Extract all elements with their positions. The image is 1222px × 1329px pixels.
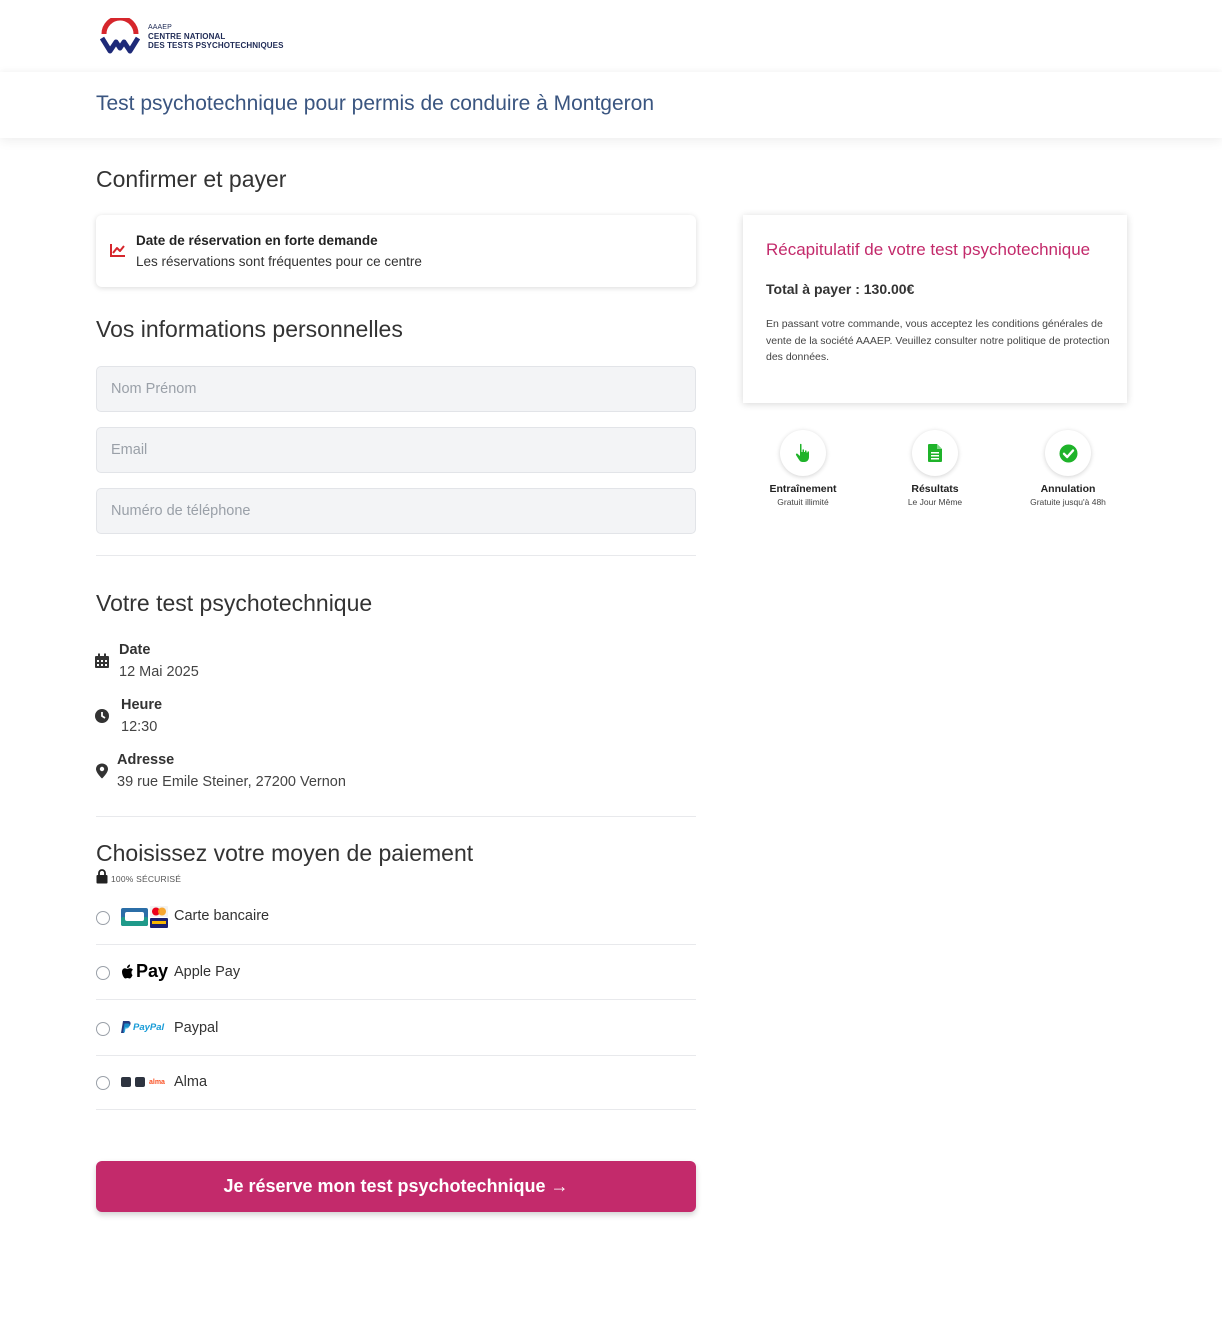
apple-pay-icon: Pay — [121, 961, 168, 982]
summary-title: Récapitulatif de votre test psychotechni… — [766, 240, 1091, 259]
payment-option-card[interactable]: Carte bancaire — [96, 890, 696, 945]
payment-option-apple-pay[interactable]: Pay Apple Pay — [96, 945, 696, 1000]
apple-pay-radio[interactable] — [96, 966, 110, 980]
card-label: Carte bancaire — [174, 908, 270, 924]
feature-cancellation: Annulation Gratuite jusqu'à 48h — [1003, 430, 1133, 507]
feature-badge — [780, 430, 826, 476]
email-input[interactable] — [96, 427, 696, 473]
secure-label: 100% SÉCURISÉ — [111, 874, 182, 884]
feature-title: Résultats — [911, 483, 959, 495]
date-label: Date — [119, 642, 151, 658]
card-logos-icon — [121, 906, 168, 928]
section-divider — [96, 555, 696, 556]
feature-training: Entraînement Gratuit illimité — [738, 430, 868, 507]
feature-badge — [1045, 430, 1091, 476]
summary-total: Total à payer : 130.00€ — [766, 281, 915, 297]
payment-option-paypal[interactable]: PayPal Paypal — [96, 1001, 696, 1056]
alert-text: Les réservations sont fréquentes pour ce… — [136, 254, 422, 269]
alma-installment-2x-icon — [121, 1077, 131, 1087]
order-summary-card: Récapitulatif de votre test psychotechni… — [743, 215, 1127, 403]
paypal-icon: PayPal — [121, 1021, 164, 1033]
high-demand-alert: Date de réservation en forte demande Les… — [96, 215, 696, 287]
secure-badge: 100% SÉCURISÉ — [96, 869, 181, 884]
clock-icon — [95, 709, 109, 723]
feature-subtitle: Le Jour Même — [907, 497, 963, 507]
address-value: 39 rue Emile Steiner, 27200 Vernon — [117, 774, 346, 790]
apple-pay-label: Apple Pay — [174, 964, 241, 980]
apple-pay-logo-text: Pay — [136, 961, 169, 981]
logo-text: AAAEP CENTRE NATIONAL DES TESTS PSYCHOTE… — [148, 23, 284, 50]
top-bar: AAAEP CENTRE NATIONAL DES TESTS PSYCHOTE… — [0, 0, 1222, 72]
alma-label: Alma — [174, 1074, 208, 1090]
alert-title: Date de réservation en forte demande — [136, 233, 378, 248]
reserve-button[interactable]: Je réserve mon test psychotechnique → — [96, 1161, 696, 1212]
feature-badge — [912, 430, 958, 476]
section-divider — [96, 816, 696, 817]
address-label: Adresse — [117, 752, 175, 768]
paypal-p-icon — [121, 1021, 131, 1033]
checkout-heading: Confirmer et payer — [96, 166, 287, 192]
date-value: 12 Mai 2025 — [119, 664, 199, 680]
alma-installment-3x-icon — [135, 1077, 145, 1087]
lock-icon — [96, 869, 108, 884]
alma-icon: alma — [121, 1077, 165, 1087]
summary-legal-text[interactable]: En passant votre commande, vous acceptez… — [766, 316, 1111, 366]
map-pin-icon — [96, 763, 108, 779]
calendar-icon — [95, 653, 109, 668]
card-radio[interactable] — [96, 911, 110, 925]
paypal-label: Paypal — [174, 1020, 219, 1036]
personal-info-heading: Vos informations personnelles — [96, 316, 403, 342]
alma-radio[interactable] — [96, 1076, 110, 1090]
feature-subtitle: Gratuite jusqu'à 48h — [1030, 497, 1106, 507]
aaaep-logo[interactable]: AAAEP CENTRE NATIONAL DES TESTS PSYCHOTE… — [100, 18, 284, 54]
feature-results: Résultats Le Jour Même — [870, 430, 1000, 507]
feature-title: Entraînement — [769, 483, 837, 495]
phone-input[interactable] — [96, 488, 696, 534]
test-heading: Votre test psychotechnique — [96, 590, 373, 616]
pointer-hand-icon — [795, 443, 809, 462]
payment-heading: Choisissez votre moyen de paiement — [96, 840, 474, 866]
name-input[interactable] — [96, 366, 696, 412]
feature-subtitle: Gratuit illimité — [777, 497, 829, 507]
apple-icon — [122, 964, 133, 978]
time-label: Heure — [121, 697, 163, 713]
time-value: 12:30 — [121, 719, 158, 735]
title-bar: Test psychotechnique pour permis de cond… — [0, 72, 1222, 138]
check-circle-icon — [1059, 444, 1077, 462]
feature-title: Annulation — [1040, 483, 1096, 495]
alma-logo-text: alma — [149, 1078, 165, 1086]
logo-mark-icon — [100, 18, 140, 54]
payment-option-alma[interactable]: alma Alma — [96, 1057, 696, 1110]
trend-chart-icon — [110, 244, 125, 257]
page-title: Test psychotechnique pour permis de cond… — [96, 92, 654, 115]
paypal-logo-text: PayPal — [133, 1021, 165, 1033]
document-icon — [928, 444, 942, 462]
paypal-radio[interactable] — [96, 1022, 110, 1036]
